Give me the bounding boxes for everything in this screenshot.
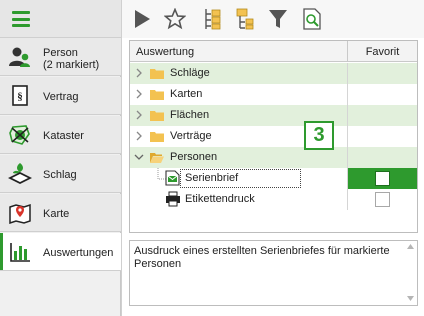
chevron-right-icon[interactable] (134, 68, 144, 78)
table-row[interactable]: Karten (130, 84, 417, 105)
scroll-up-icon[interactable] (407, 244, 414, 249)
sidebar: Person (2 markiert) § Vertrag Kataster S… (0, 0, 122, 316)
table-row[interactable]: Etikettendruck (130, 189, 417, 210)
printer-icon (166, 191, 180, 207)
chart-icon (8, 241, 32, 263)
row-label: Personen (170, 151, 218, 163)
sidebar-item-label: Vertrag (43, 91, 79, 103)
sidebar-item-kataster[interactable]: Kataster (0, 116, 121, 154)
letter-report-icon (165, 170, 180, 186)
sidebar-item-label: Karte (43, 208, 70, 220)
play-icon[interactable] (131, 8, 153, 30)
folder-icon (150, 111, 164, 121)
map-icon (8, 202, 32, 224)
cadastre-icon (8, 124, 32, 146)
folder-icon (150, 69, 164, 79)
favorite-checkbox[interactable] (375, 192, 390, 207)
chevron-right-icon[interactable] (134, 110, 144, 120)
chevron-down-icon[interactable] (134, 152, 144, 162)
table-row[interactable]: Verträge (130, 126, 417, 147)
expand-tree-icon[interactable] (202, 8, 224, 30)
favorite-checkbox[interactable] (375, 171, 390, 186)
table-row[interactable]: Flächen (130, 105, 417, 126)
folder-icon (150, 132, 164, 142)
row-label: Flächen (170, 109, 210, 121)
sidebar-item-schlag[interactable]: Schlag (0, 155, 121, 193)
grid-header: Auswertung Favorit (130, 41, 417, 62)
sidebar-item-auswertungen[interactable]: Auswertungen (0, 233, 122, 271)
report-tree-grid: Auswertung Favorit Schläge Karten Fläche… (129, 40, 418, 233)
active-indicator (0, 233, 3, 270)
menu-button[interactable] (0, 0, 121, 38)
row-label: Verträge (170, 130, 212, 142)
sidebar-item-karte[interactable]: Karte (0, 194, 121, 232)
person-icon (8, 46, 32, 68)
sidebar-item-label: Auswertungen (43, 247, 114, 259)
column-header-favorit[interactable]: Favorit (348, 46, 417, 58)
hamburger-icon (12, 11, 30, 27)
step-callout-badge: 3 (304, 121, 334, 150)
sidebar-item-label: Kataster (43, 130, 84, 142)
filter-icon[interactable] (267, 8, 289, 30)
row-label: Etikettendruck (185, 193, 255, 205)
collapse-tree-icon[interactable] (234, 8, 256, 30)
description-panel: Ausdruck eines erstellten Serienbriefes … (129, 240, 418, 306)
table-row[interactable]: Schläge (130, 63, 417, 84)
favorite-cell-selected (348, 168, 417, 189)
svg-text:§: § (17, 91, 23, 103)
folder-open-icon (150, 153, 164, 163)
row-label: Serienbrief (185, 172, 239, 184)
table-row[interactable]: Personen (130, 147, 417, 168)
description-text: Ausdruck eines erstellten Serienbriefes … (134, 245, 390, 270)
toolbar (122, 0, 424, 38)
folder-icon (150, 90, 164, 100)
contract-icon: § (8, 85, 32, 107)
column-header-auswertung[interactable]: Auswertung (136, 46, 194, 58)
sidebar-item-person[interactable]: Person (2 markiert) (0, 38, 121, 76)
sidebar-item-label: Person (2 markiert) (43, 47, 100, 71)
chevron-right-icon[interactable] (134, 131, 144, 141)
table-row-selected[interactable]: Serienbrief (130, 168, 417, 189)
row-label: Schläge (170, 67, 210, 79)
sidebar-item-vertrag[interactable]: § Vertrag (0, 77, 121, 115)
sidebar-item-label: Schlag (43, 169, 77, 181)
scroll-down-icon[interactable] (407, 296, 414, 301)
main-panel: Auswertung Favorit Schläge Karten Fläche… (121, 0, 424, 316)
row-label: Karten (170, 88, 203, 100)
chevron-right-icon[interactable] (134, 89, 144, 99)
field-icon (8, 163, 32, 185)
preview-icon[interactable] (301, 8, 323, 30)
star-icon[interactable] (164, 8, 186, 30)
